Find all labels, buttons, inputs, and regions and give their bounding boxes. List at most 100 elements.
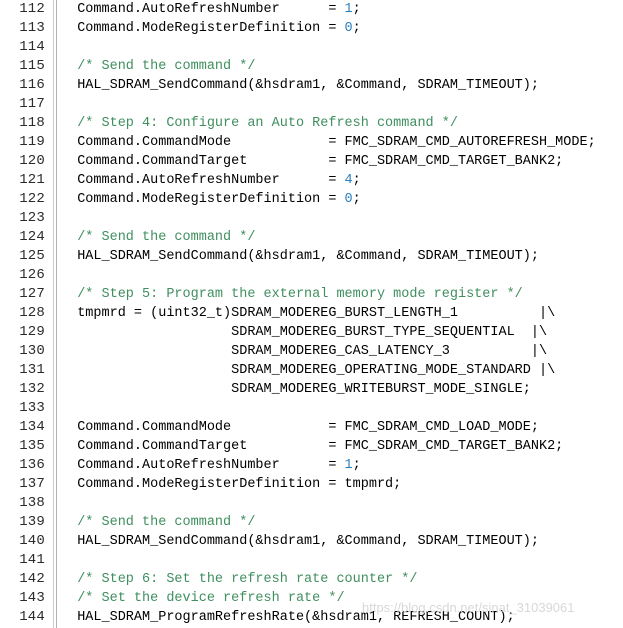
- line-number: 115: [19, 58, 45, 74]
- code-line[interactable]: 121 Command.AutoRefreshNumber = 4;: [0, 171, 623, 190]
- code-line[interactable]: 114: [0, 38, 623, 57]
- code-line[interactable]: 140 HAL_SDRAM_SendCommand(&hsdram1, &Com…: [0, 532, 623, 551]
- code-line-text[interactable]: Command.CommandTarget = FMC_SDRAM_CMD_TA…: [61, 152, 623, 171]
- code-line[interactable]: 123: [0, 209, 623, 228]
- code-line[interactable]: 139 /* Send the command */: [0, 513, 623, 532]
- line-number: 141: [19, 552, 45, 568]
- code-token: SDRAM_MODEREG_WRITEBURST_MODE_SINGLE;: [61, 382, 531, 397]
- code-line[interactable]: 117: [0, 95, 623, 114]
- line-number: 118: [19, 115, 45, 131]
- line-number: 112: [19, 1, 45, 17]
- code-token: Command.AutoRefreshNumber =: [61, 173, 345, 188]
- code-line[interactable]: 132 SDRAM_MODEREG_WRITEBURST_MODE_SINGLE…: [0, 380, 623, 399]
- code-line-text[interactable]: Command.AutoRefreshNumber = 4;: [61, 171, 623, 190]
- code-line-text[interactable]: SDRAM_MODEREG_WRITEBURST_MODE_SINGLE;: [61, 380, 623, 399]
- code-token: SDRAM_MODEREG_BURST_TYPE_SEQUENTIAL |\: [61, 325, 548, 340]
- line-number: 137: [19, 476, 45, 492]
- code-line[interactable]: 125 HAL_SDRAM_SendCommand(&hsdram1, &Com…: [0, 247, 623, 266]
- line-number: 124: [19, 229, 45, 245]
- code-line-text[interactable]: tmpmrd = (uint32_t)SDRAM_MODEREG_BURST_L…: [61, 304, 623, 323]
- code-line-text[interactable]: HAL_SDRAM_SendCommand(&hsdram1, &Command…: [61, 532, 623, 551]
- code-line-text[interactable]: /* Send the command */: [61, 57, 623, 76]
- code-line-text[interactable]: HAL_SDRAM_SendCommand(&hsdram1, &Command…: [61, 76, 623, 95]
- code-line-text[interactable]: Command.AutoRefreshNumber = 1;: [61, 456, 623, 475]
- code-token: ;: [352, 2, 361, 17]
- code-line[interactable]: 128 tmpmrd = (uint32_t)SDRAM_MODEREG_BUR…: [0, 304, 623, 323]
- line-number: 120: [19, 153, 45, 169]
- code-token: Command.CommandMode = FMC_SDRAM_CMD_AUTO…: [61, 135, 596, 150]
- code-line-text[interactable]: SDRAM_MODEREG_CAS_LATENCY_3 |\: [61, 342, 623, 361]
- code-line[interactable]: 138: [0, 494, 623, 513]
- code-token: SDRAM_MODEREG_CAS_LATENCY_3 |\: [61, 344, 548, 359]
- code-line-text[interactable]: /* Step 4: Configure an Auto Refresh com…: [61, 114, 623, 133]
- code-line[interactable]: 120 Command.CommandTarget = FMC_SDRAM_CM…: [0, 152, 623, 171]
- code-line[interactable]: 118 /* Step 4: Configure an Auto Refresh…: [0, 114, 623, 133]
- code-line[interactable]: 133: [0, 399, 623, 418]
- code-line[interactable]: 126: [0, 266, 623, 285]
- code-token: Command.AutoRefreshNumber =: [61, 2, 345, 17]
- code-line[interactable]: 115 /* Send the command */: [0, 57, 623, 76]
- line-number: 122: [19, 191, 45, 207]
- code-token: HAL_SDRAM_SendCommand(&hsdram1, &Command…: [61, 249, 539, 264]
- code-token: ;: [352, 192, 361, 207]
- line-number: 117: [19, 96, 45, 112]
- code-line[interactable]: 135 Command.CommandTarget = FMC_SDRAM_CM…: [0, 437, 623, 456]
- code-line[interactable]: 119 Command.CommandMode = FMC_SDRAM_CMD_…: [0, 133, 623, 152]
- line-number: 139: [19, 514, 45, 530]
- code-comment: /* Send the command */: [61, 59, 256, 74]
- line-number: 125: [19, 248, 45, 264]
- line-number: 116: [19, 77, 45, 93]
- code-line[interactable]: 127 /* Step 5: Program the external memo…: [0, 285, 623, 304]
- code-line-text[interactable]: SDRAM_MODEREG_OPERATING_MODE_STANDARD |\: [61, 361, 623, 380]
- code-token: SDRAM_MODEREG_OPERATING_MODE_STANDARD |\: [61, 363, 556, 378]
- code-line-text[interactable]: Command.CommandMode = FMC_SDRAM_CMD_AUTO…: [61, 133, 623, 152]
- code-line-text[interactable]: SDRAM_MODEREG_BURST_TYPE_SEQUENTIAL |\: [61, 323, 623, 342]
- code-line-text[interactable]: HAL_SDRAM_ProgramRefreshRate(&hsdram1, R…: [61, 608, 623, 627]
- code-line-text[interactable]: /* Send the command */: [61, 228, 623, 247]
- code-line-text[interactable]: /* Step 5: Program the external memory m…: [61, 285, 623, 304]
- code-token: Command.ModeRegisterDefinition =: [61, 192, 345, 207]
- code-comment: /* Step 6: Set the refresh rate counter …: [61, 572, 418, 587]
- line-number: 136: [19, 457, 45, 473]
- code-line[interactable]: 113 Command.ModeRegisterDefinition = 0;: [0, 19, 623, 38]
- code-token: Command.ModeRegisterDefinition =: [61, 21, 345, 36]
- code-line[interactable]: 112 Command.AutoRefreshNumber = 1;: [0, 0, 623, 19]
- code-line-text[interactable]: Command.CommandMode = FMC_SDRAM_CMD_LOAD…: [61, 418, 623, 437]
- code-line[interactable]: 124 /* Send the command */: [0, 228, 623, 247]
- code-line[interactable]: 131 SDRAM_MODEREG_OPERATING_MODE_STANDAR…: [0, 361, 623, 380]
- line-number: 142: [19, 571, 45, 587]
- code-editor[interactable]: 112 Command.AutoRefreshNumber = 1; 113 Co…: [0, 0, 623, 628]
- code-line[interactable]: 116 HAL_SDRAM_SendCommand(&hsdram1, &Com…: [0, 76, 623, 95]
- code-line-text[interactable]: /* Step 6: Set the refresh rate counter …: [61, 570, 623, 589]
- code-line[interactable]: 144 HAL_SDRAM_ProgramRefreshRate(&hsdram…: [0, 608, 623, 627]
- code-line[interactable]: 137 Command.ModeRegisterDefinition = tmp…: [0, 475, 623, 494]
- code-line-text[interactable]: Command.ModeRegisterDefinition = 0;: [61, 190, 623, 209]
- code-line-text[interactable]: Command.ModeRegisterDefinition = tmpmrd;: [61, 475, 623, 494]
- code-token: Command.CommandTarget = FMC_SDRAM_CMD_TA…: [61, 439, 564, 454]
- line-number: 130: [19, 343, 45, 359]
- code-token: Command.CommandMode = FMC_SDRAM_CMD_LOAD…: [61, 420, 539, 435]
- code-line-text[interactable]: Command.AutoRefreshNumber = 1;: [61, 0, 623, 19]
- code-line[interactable]: 122 Command.ModeRegisterDefinition = 0;: [0, 190, 623, 209]
- code-line-text[interactable]: Command.CommandTarget = FMC_SDRAM_CMD_TA…: [61, 437, 623, 456]
- code-line[interactable]: 143 /* Set the device refresh rate */: [0, 589, 623, 608]
- code-line[interactable]: 136 Command.AutoRefreshNumber = 1;: [0, 456, 623, 475]
- code-line-text[interactable]: /* Set the device refresh rate */: [61, 589, 623, 608]
- code-line[interactable]: 129 SDRAM_MODEREG_BURST_TYPE_SEQUENTIAL …: [0, 323, 623, 342]
- code-line[interactable]: 142 /* Step 6: Set the refresh rate coun…: [0, 570, 623, 589]
- code-line-text[interactable]: HAL_SDRAM_SendCommand(&hsdram1, &Command…: [61, 247, 623, 266]
- code-line-text[interactable]: /* Send the command */: [61, 513, 623, 532]
- code-line[interactable]: 134 Command.CommandMode = FMC_SDRAM_CMD_…: [0, 418, 623, 437]
- code-line[interactable]: 141: [0, 551, 623, 570]
- code-line-text[interactable]: Command.ModeRegisterDefinition = 0;: [61, 19, 623, 38]
- code-line[interactable]: 130 SDRAM_MODEREG_CAS_LATENCY_3 |\: [0, 342, 623, 361]
- line-number: 143: [19, 590, 45, 606]
- code-number: 0: [344, 21, 353, 36]
- code-token: Command.ModeRegisterDefinition = tmpmrd;: [61, 477, 402, 492]
- line-number: 113: [19, 20, 45, 36]
- code-token: ;: [352, 173, 361, 188]
- line-number: 129: [19, 324, 45, 340]
- code-number: 4: [344, 173, 353, 188]
- line-number: 119: [19, 134, 45, 150]
- code-token: HAL_SDRAM_SendCommand(&hsdram1, &Command…: [61, 78, 539, 93]
